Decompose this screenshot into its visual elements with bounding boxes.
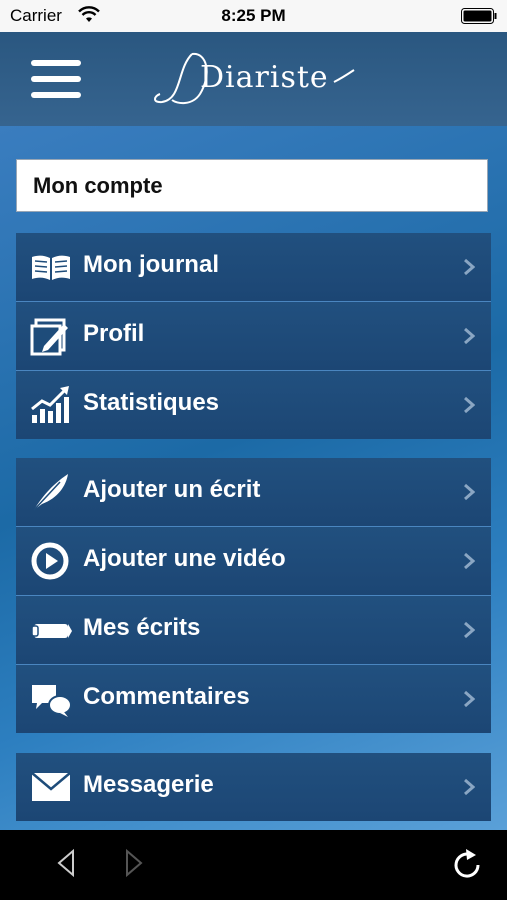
- play-circle-icon: [31, 542, 69, 580]
- menu-item-label: Mes écrits: [83, 614, 201, 641]
- chevron-right-icon: [464, 327, 475, 345]
- edit-profile-icon: [30, 318, 68, 356]
- menu-item-mes-ecrits[interactable]: Mes écrits: [16, 596, 491, 665]
- status-time: 8:25 PM: [221, 6, 286, 25]
- account-title: Mon compte: [33, 173, 163, 198]
- chevron-right-icon: [464, 552, 475, 570]
- menu-item-label: Ajouter une vidéo: [83, 545, 286, 572]
- back-arrow-icon[interactable]: [56, 848, 76, 878]
- menu-item-label: Commentaires: [83, 683, 250, 710]
- forward-arrow-icon[interactable]: [124, 848, 144, 878]
- menu-item-commentaires[interactable]: Commentaires: [16, 665, 491, 733]
- menu-item-label: Mon journal: [83, 251, 219, 278]
- menu-item-statistiques[interactable]: Statistiques: [16, 371, 491, 439]
- menu-content: Mon compte Mon journal Profil Statistiqu…: [0, 126, 507, 830]
- account-header: Mon compte: [16, 159, 488, 212]
- chevron-right-icon: [464, 778, 475, 796]
- book-icon: [32, 255, 70, 280]
- menu-item-label: Messagerie: [83, 771, 214, 798]
- chevron-right-icon: [464, 621, 475, 639]
- app-logo: Diariste: [152, 44, 362, 114]
- menu-item-profil[interactable]: Profil: [16, 302, 491, 371]
- refresh-icon[interactable]: [450, 848, 484, 882]
- menu-group-messaging: Messagerie: [16, 753, 491, 821]
- menu-group-writing: Ajouter un écrit Ajouter une vidéo Mes é…: [16, 458, 491, 733]
- chevron-right-icon: [464, 396, 475, 414]
- pencil-icon: [31, 624, 72, 638]
- hamburger-menu-icon[interactable]: [31, 60, 81, 98]
- comments-icon: [32, 685, 72, 717]
- battery-icon: [461, 8, 497, 24]
- envelope-icon: [31, 772, 71, 801]
- menu-item-mon-journal[interactable]: Mon journal: [16, 233, 491, 302]
- logo-text: Diariste: [200, 60, 329, 95]
- menu-item-ajouter-video[interactable]: Ajouter une vidéo: [16, 527, 491, 596]
- menu-item-label: Profil: [83, 320, 145, 347]
- nav-bar: Diariste: [0, 32, 507, 126]
- chevron-right-icon: [464, 690, 475, 708]
- menu-item-messagerie[interactable]: Messagerie: [16, 753, 491, 821]
- menu-item-label: Statistiques: [83, 389, 220, 416]
- chart-up-icon: [31, 386, 69, 423]
- menu-item-label: Ajouter un écrit: [83, 476, 261, 503]
- menu-item-ajouter-ecrit[interactable]: Ajouter un écrit: [16, 458, 491, 527]
- chevron-right-icon: [464, 483, 475, 501]
- browser-toolbar: [0, 830, 507, 900]
- menu-group-account: Mon journal Profil Statistiques: [16, 233, 491, 439]
- status-bar: Carrier 8:25 PM: [0, 0, 507, 32]
- feather-icon: [33, 474, 68, 511]
- chevron-right-icon: [464, 258, 475, 276]
